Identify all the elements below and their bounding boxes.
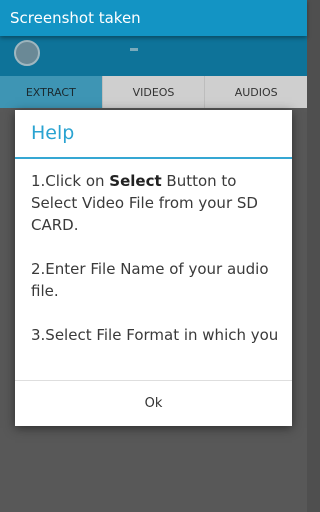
notification-text: Screenshot taken: [10, 9, 141, 27]
tab-audios-label: AUDIOS: [234, 85, 278, 99]
help-step-1: 1.Click on Select Button to Select Video…: [31, 170, 283, 236]
tab-extract-label: EXTRACT: [25, 85, 76, 99]
tab-videos-label: VIDEOS: [132, 85, 175, 99]
dialog-title-divider: [15, 157, 292, 159]
tab-bar: EXTRACT VIDEOS AUDIOS: [0, 76, 307, 108]
help-step-2: 2.Enter File Name of your audio file.: [31, 260, 269, 300]
help-step-3: 3.Select File Format in which you want t…: [31, 326, 279, 344]
help-dialog: Help 1.Click on Select Button to Select …: [15, 110, 292, 426]
app-title-fragment: [130, 48, 138, 51]
dialog-title: Help: [31, 122, 75, 144]
tab-extract[interactable]: EXTRACT: [0, 76, 103, 108]
dialog-message[interactable]: 1.Click on Select Button to Select Video…: [31, 170, 283, 347]
step1-prefix: 1.Click on: [31, 172, 110, 190]
tab-audios[interactable]: AUDIOS: [205, 76, 307, 108]
ok-button[interactable]: Ok: [15, 381, 292, 426]
tab-videos[interactable]: VIDEOS: [103, 76, 206, 108]
screenshot-notification[interactable]: Screenshot taken: [0, 0, 307, 36]
app-logo-icon: [14, 40, 40, 66]
step1-select-keyword: Select: [109, 172, 162, 190]
